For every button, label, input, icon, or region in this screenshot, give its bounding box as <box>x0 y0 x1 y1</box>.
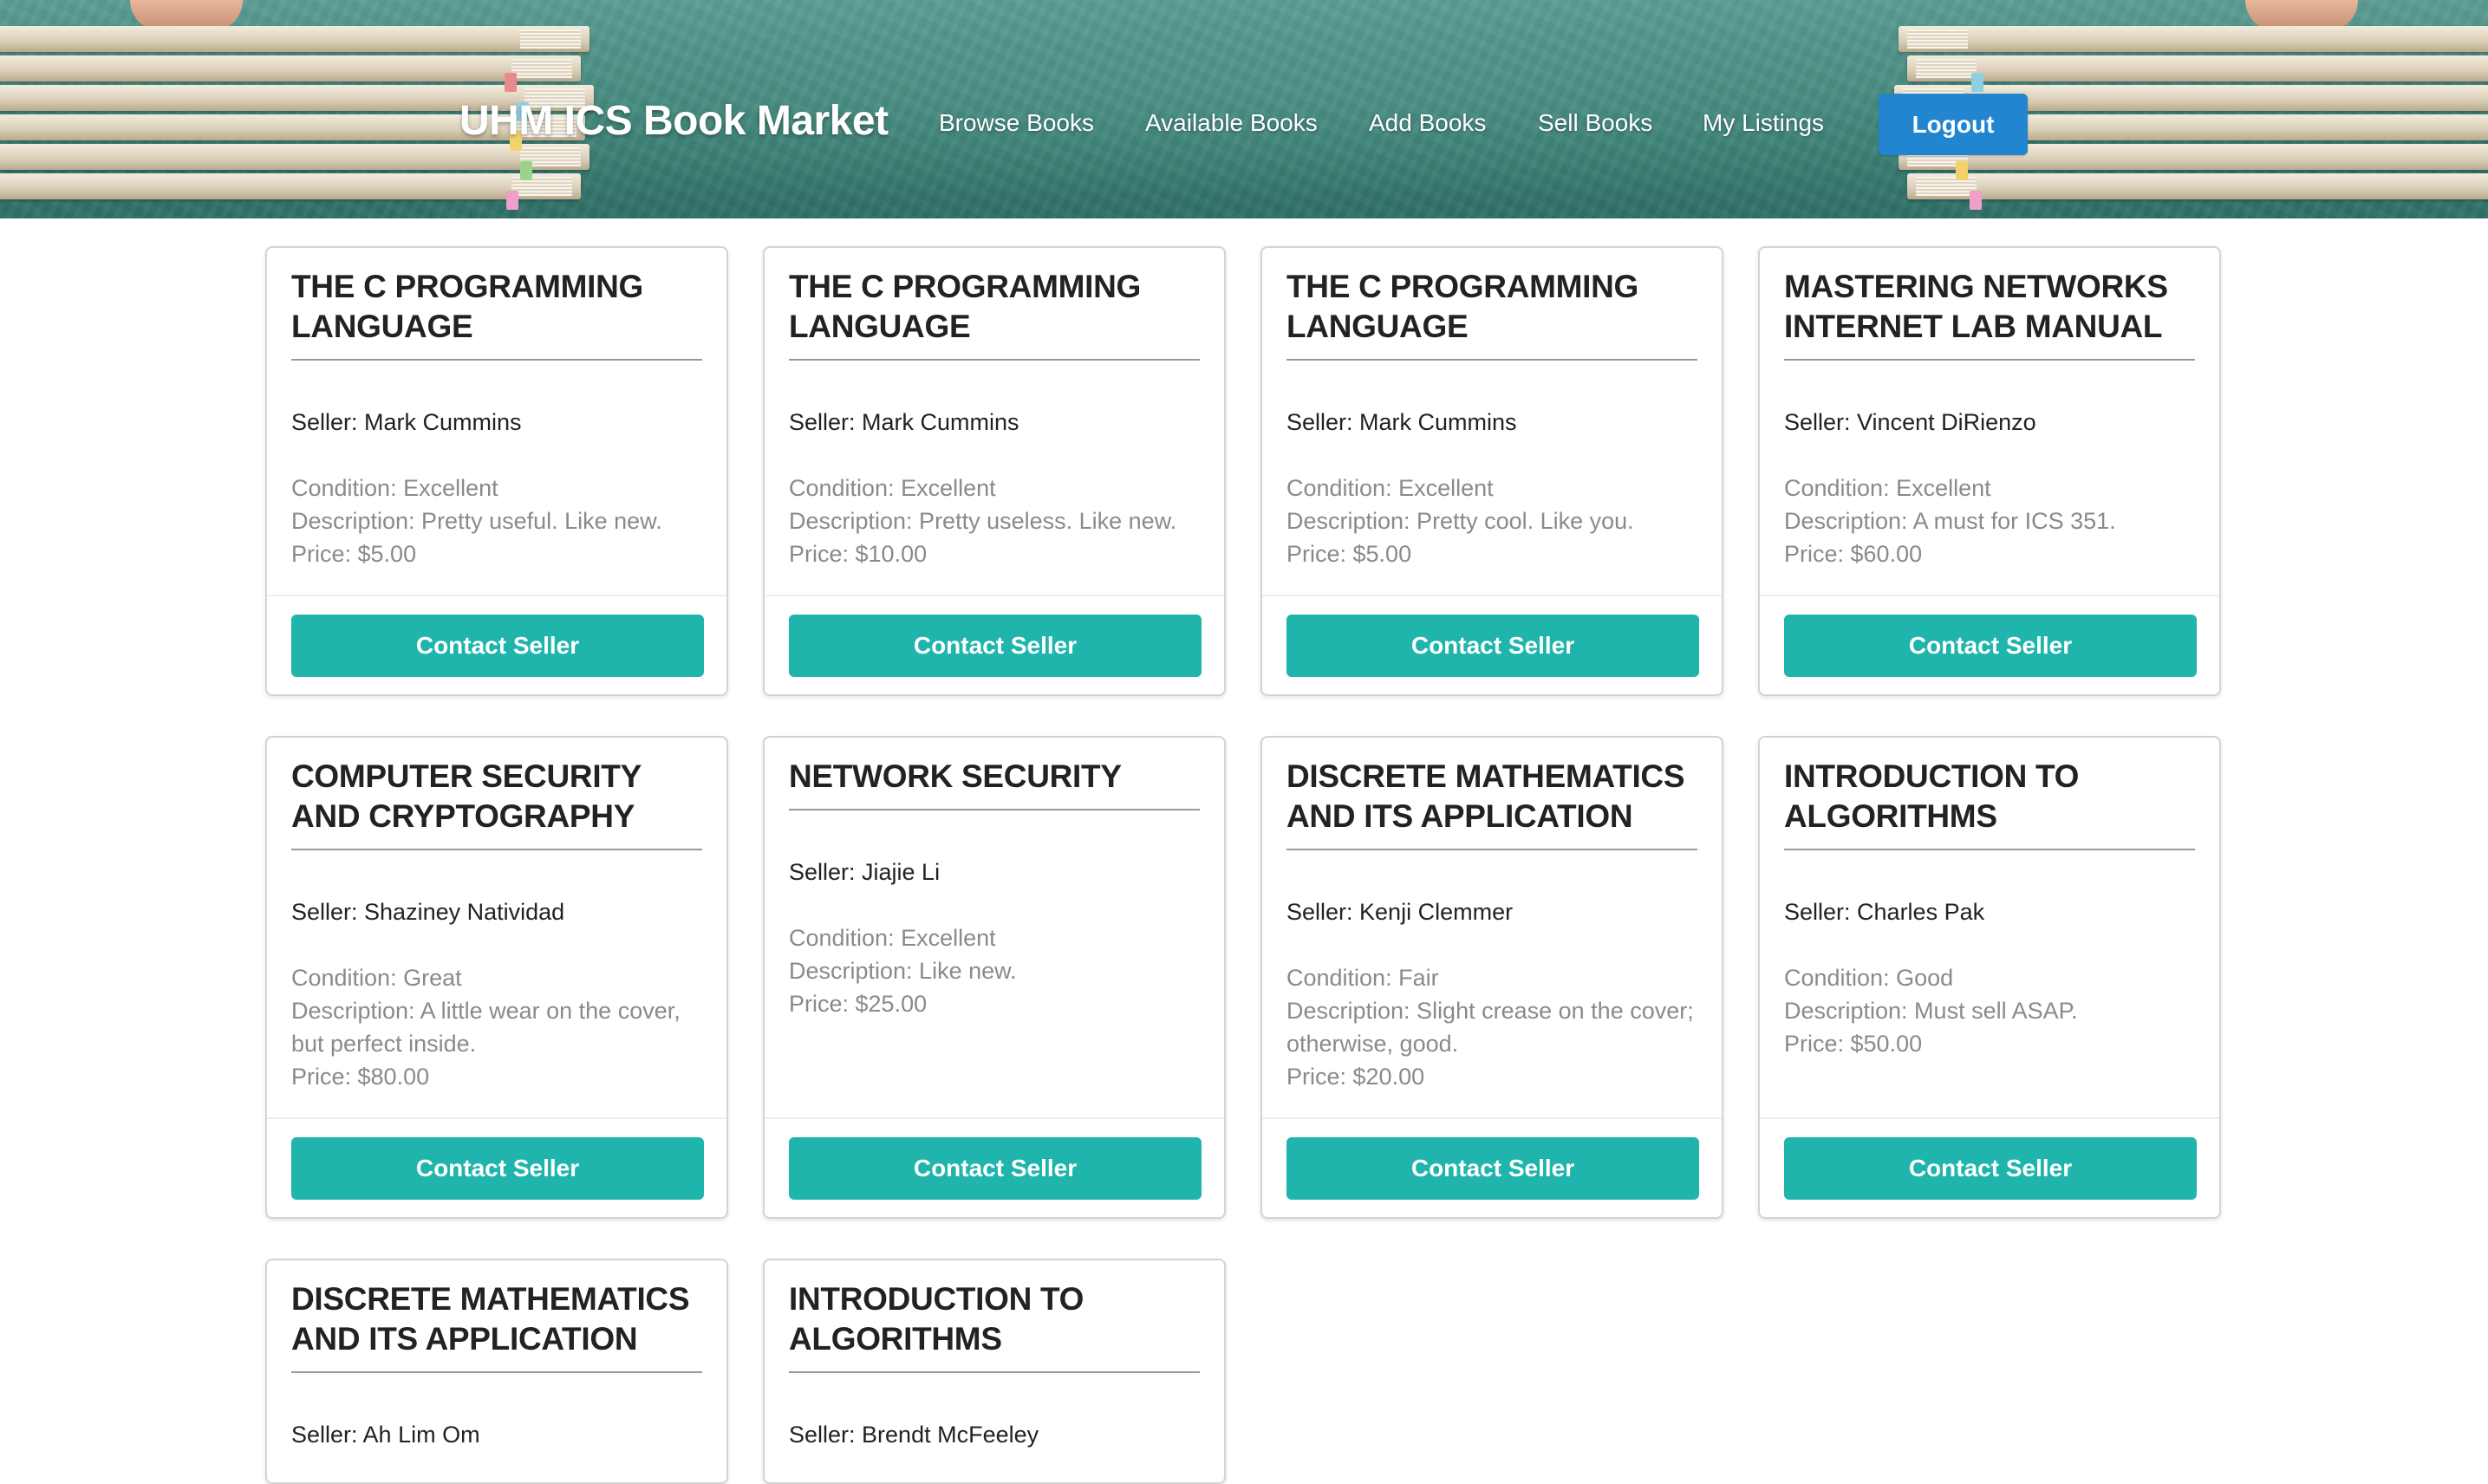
contact-seller-button[interactable]: Contact Seller <box>1784 1137 2197 1200</box>
book-title: THE C PROGRAMMING LANGUAGE <box>1286 267 1697 361</box>
book-title: INTRODUCTION TO ALGORITHMS <box>1784 757 2195 850</box>
book-condition: Condition: Excellent <box>1286 475 1494 501</box>
contact-seller-button[interactable]: Contact Seller <box>1286 1137 1699 1200</box>
top-navbar: UHM ICS Book Market Browse Books Availab… <box>0 0 2488 218</box>
seller-name: Seller: Brendt McFeeley <box>789 1422 1039 1448</box>
contact-seller-button[interactable]: Contact Seller <box>291 615 704 677</box>
book-description: Description: Pretty useless. Like new. <box>789 508 1177 534</box>
book-title: THE C PROGRAMMING LANGUAGE <box>291 267 702 361</box>
card-divider <box>1262 595 1722 596</box>
book-description: Description: A must for ICS 351. <box>1784 508 2116 534</box>
book-card: THE C PROGRAMMING LANGUAGE Seller: Mark … <box>1260 246 1723 696</box>
book-condition: Condition: Good <box>1784 965 1954 991</box>
book-details: Condition: Excellent Description: Pretty… <box>291 472 709 570</box>
logout-button[interactable]: Logout <box>1879 94 2028 155</box>
nav-browse-books[interactable]: Browse Books <box>939 109 1094 137</box>
book-details: Condition: Excellent Description: Like n… <box>789 921 1207 1020</box>
nav-available-books[interactable]: Available Books <box>1145 109 1318 137</box>
book-condition: Condition: Excellent <box>291 475 498 501</box>
nav-add-books[interactable]: Add Books <box>1369 109 1486 137</box>
contact-seller-button[interactable]: Contact Seller <box>1286 615 1699 677</box>
seller-name: Seller: Kenji Clemmer <box>1286 899 1514 925</box>
book-card: THE C PROGRAMMING LANGUAGE Seller: Mark … <box>763 246 1226 696</box>
seller-name: Seller: Vincent DiRienzo <box>1784 409 2036 435</box>
contact-seller-button[interactable]: Contact Seller <box>1784 615 2197 677</box>
book-price: Price: $25.00 <box>789 991 928 1017</box>
seller-name: Seller: Mark Cummins <box>1286 409 1517 435</box>
book-description: Description: A little wear on the cover,… <box>291 998 681 1057</box>
book-price: Price: $60.00 <box>1784 541 1923 567</box>
book-description: Description: Like new. <box>789 958 1017 984</box>
book-details: Condition: Great Description: A little w… <box>291 961 709 1093</box>
book-condition: Condition: Great <box>291 965 462 991</box>
book-card: DISCRETE MATHEMATICS AND ITS APPLICATION… <box>1260 736 1723 1219</box>
book-card: INTRODUCTION TO ALGORITHMS Seller: Charl… <box>1758 736 2221 1219</box>
book-title: NETWORK SECURITY <box>789 757 1200 810</box>
book-description: Description: Must sell ASAP. <box>1784 998 2078 1024</box>
contact-seller-button[interactable]: Contact Seller <box>789 1137 1202 1200</box>
book-card: DISCRETE MATHEMATICS AND ITS APPLICATION… <box>265 1259 728 1484</box>
card-divider <box>1760 595 2219 596</box>
book-description: Description: Pretty useful. Like new. <box>291 508 662 534</box>
book-price: Price: $80.00 <box>291 1064 430 1090</box>
book-details: Condition: Excellent Description: Pretty… <box>1286 472 1704 570</box>
card-divider <box>1760 1117 2219 1119</box>
site-title[interactable]: UHM ICS Book Market <box>459 97 889 145</box>
seller-name: Seller: Jiajie Li <box>789 859 941 885</box>
book-title: MASTERING NETWORKS INTERNET LAB MANUAL <box>1784 267 2195 361</box>
seller-name: Seller: Shaziney Natividad <box>291 899 565 925</box>
book-details: Condition: Good Description: Must sell A… <box>1784 961 2202 1060</box>
book-card: COMPUTER SECURITY AND CRYPTOGRAPHY Selle… <box>265 736 728 1219</box>
seller-name: Seller: Mark Cummins <box>789 409 1019 435</box>
book-description: Description: Pretty cool. Like you. <box>1286 508 1634 534</box>
book-price: Price: $5.00 <box>291 541 417 567</box>
book-details: Condition: Fair Description: Slight crea… <box>1286 961 1704 1093</box>
book-condition: Condition: Excellent <box>789 475 996 501</box>
nav-sell-books[interactable]: Sell Books <box>1538 109 1652 137</box>
nav-my-listings[interactable]: My Listings <box>1703 109 1824 137</box>
book-price: Price: $5.00 <box>1286 541 1412 567</box>
card-divider <box>267 1117 726 1119</box>
card-divider <box>267 595 726 596</box>
book-title: DISCRETE MATHEMATICS AND ITS APPLICATION <box>291 1279 702 1373</box>
book-price: Price: $20.00 <box>1286 1064 1425 1090</box>
book-price: Price: $50.00 <box>1784 1031 1923 1057</box>
card-divider <box>765 595 1224 596</box>
book-details: Condition: Excellent Description: A must… <box>1784 472 2202 570</box>
contact-seller-button[interactable]: Contact Seller <box>291 1137 704 1200</box>
card-divider <box>1262 1117 1722 1119</box>
book-price: Price: $10.00 <box>789 541 928 567</box>
seller-name: Seller: Charles Pak <box>1784 899 1985 925</box>
book-condition: Condition: Excellent <box>789 925 996 951</box>
card-divider <box>765 1117 1224 1119</box>
book-description: Description: Slight crease on the cover;… <box>1286 998 1694 1057</box>
book-title: DISCRETE MATHEMATICS AND ITS APPLICATION <box>1286 757 1697 850</box>
book-title: THE C PROGRAMMING LANGUAGE <box>789 267 1200 361</box>
book-card: THE C PROGRAMMING LANGUAGE Seller: Mark … <box>265 246 728 696</box>
seller-name: Seller: Mark Cummins <box>291 409 522 435</box>
book-title: COMPUTER SECURITY AND CRYPTOGRAPHY <box>291 757 702 850</box>
book-condition: Condition: Fair <box>1286 965 1439 991</box>
seller-name: Seller: Ah Lim Om <box>291 1422 480 1448</box>
book-title: INTRODUCTION TO ALGORITHMS <box>789 1279 1200 1373</box>
book-condition: Condition: Excellent <box>1784 475 1991 501</box>
book-card: MASTERING NETWORKS INTERNET LAB MANUAL S… <box>1758 246 2221 696</box>
book-card: INTRODUCTION TO ALGORITHMS Seller: Brend… <box>763 1259 1226 1484</box>
book-details: Condition: Excellent Description: Pretty… <box>789 472 1207 570</box>
book-card: NETWORK SECURITY Seller: Jiajie Li Condi… <box>763 736 1226 1219</box>
contact-seller-button[interactable]: Contact Seller <box>789 615 1202 677</box>
